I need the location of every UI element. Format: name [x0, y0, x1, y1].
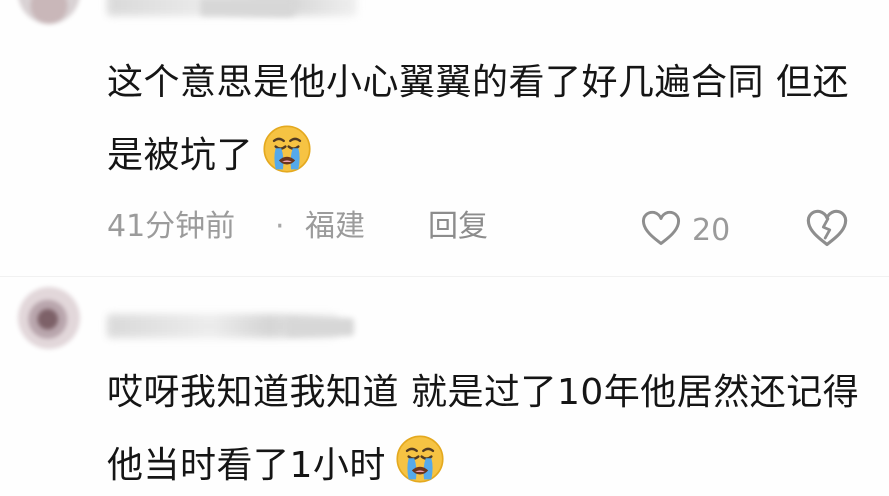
metadata-separator: · — [275, 209, 285, 244]
comment-location: 福建 — [305, 209, 365, 244]
comment-body: 哎呀我知道我知道 就是过了10年他居然还记得他当时看了1小时 — [107, 372, 860, 486]
comment-text: 这个意思是他小心翼翼的看了好几遍合同 但还是被坑了 — [107, 46, 867, 192]
blurred-username-detail — [200, 0, 295, 16]
comment-time: 41分钟前 — [107, 209, 236, 244]
broken-heart-icon[interactable] — [805, 207, 849, 249]
comment-body: 这个意思是他小心翼翼的看了好几遍合同 但还是被坑了 — [107, 62, 849, 176]
avatar[interactable] — [18, 287, 80, 349]
comment-text: 哎呀我知道我知道 就是过了10年他居然还记得他当时看了1小时 — [107, 356, 867, 496]
comment-list-screenshot: 这个意思是他小心翼翼的看了好几遍合同 但还是被坑了 41分钟前 · 福建 回复 — [0, 0, 889, 496]
like-button[interactable]: 20 — [640, 207, 750, 253]
crying-face-icon — [396, 435, 444, 483]
blurred-username-detail — [286, 318, 354, 336]
heart-outline-icon — [641, 210, 681, 246]
like-count: 20 — [692, 213, 731, 248]
crying-face-icon — [263, 125, 311, 173]
comment-divider — [0, 276, 889, 277]
reply-button[interactable]: 回复 — [428, 203, 488, 251]
avatar[interactable] — [18, 0, 80, 24]
